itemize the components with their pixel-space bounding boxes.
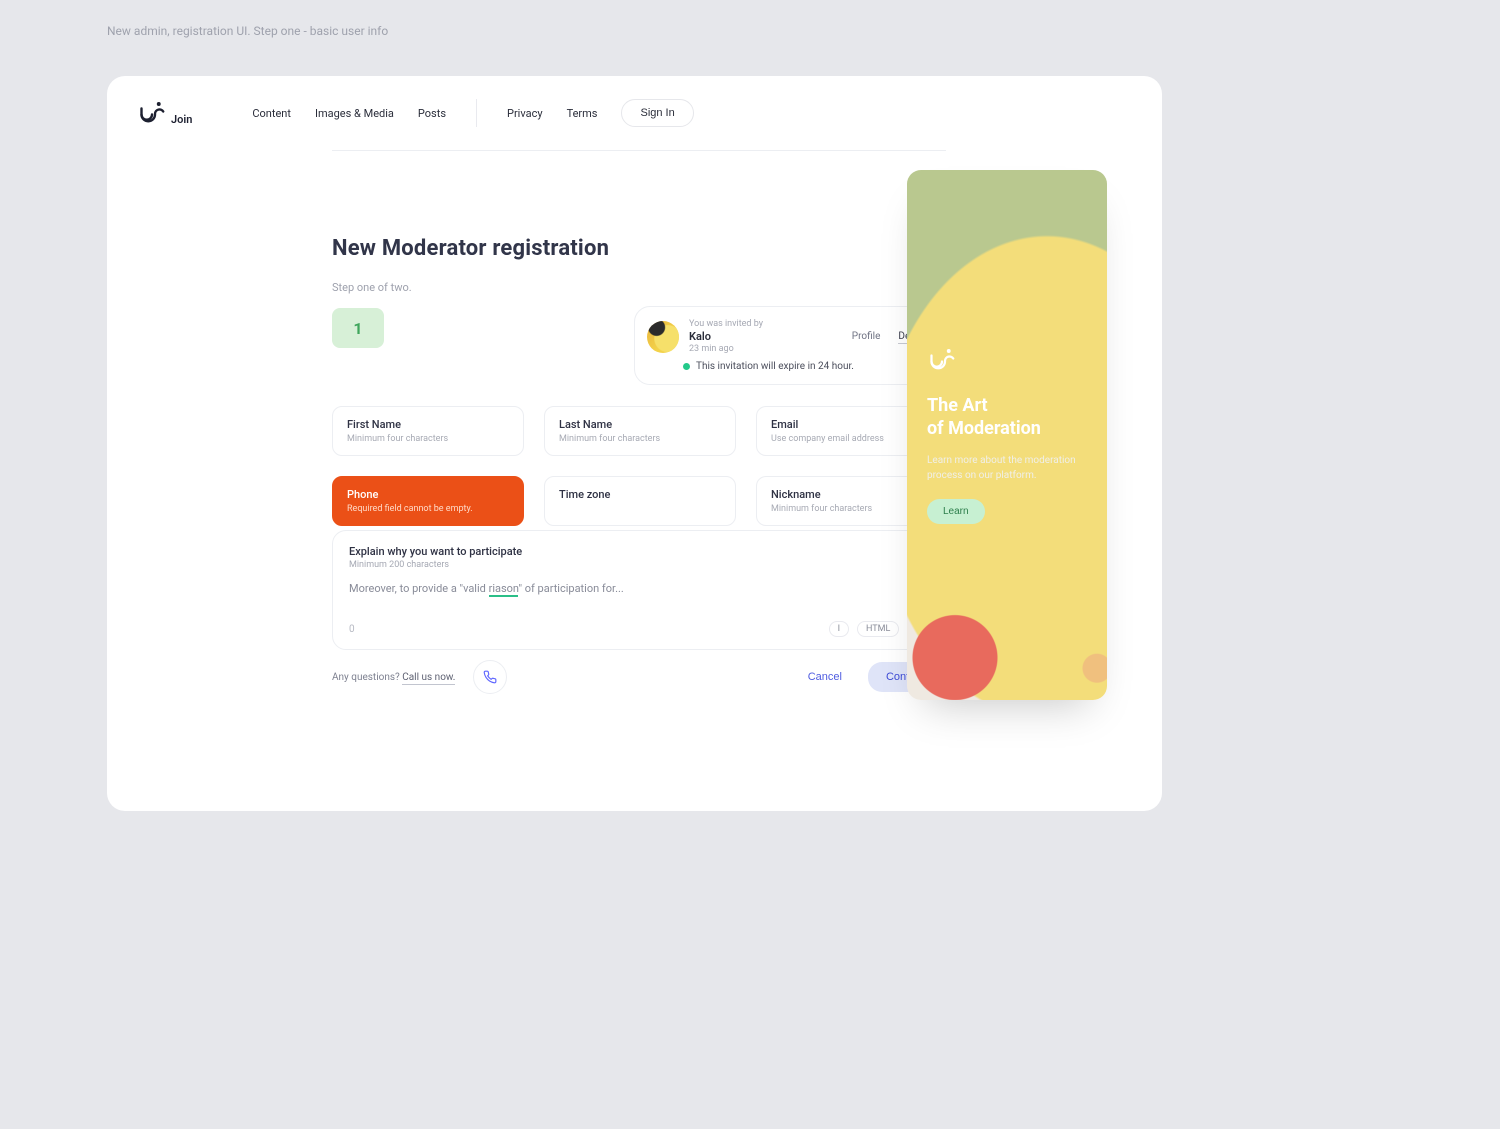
explain-label: Explain why you want to participate [349,545,931,558]
main-area: New Moderator registration Step one of t… [332,236,946,348]
phone-icon [483,670,497,684]
promo-card: The Art of Moderation Learn more about t… [907,170,1107,700]
nav-content[interactable]: Content [252,107,291,120]
nav-divider [476,99,477,127]
explain-hint: Minimum 200 characters [349,560,931,570]
promo-title: The Art of Moderation [927,395,1091,440]
inviter-avatar[interactable] [647,321,679,353]
questions-prefix: Any questions? [332,672,402,683]
phone-label: Phone [347,488,509,501]
phone-hint: Required field cannot be empty. [347,504,509,514]
invite-profile-link[interactable]: Profile [852,331,881,344]
nav-posts[interactable]: Posts [418,107,446,120]
explain-footer: 0 I HTML B [349,621,931,637]
promo-brand-icon [927,345,957,375]
promo-title-l1: The Art [927,395,988,416]
step-badge: 1 [332,308,384,348]
last-name-hint: Minimum four characters [559,434,721,444]
promo-desc: Learn more about the moderation process … [927,454,1091,483]
invite-meta: You was invited by Kalo 23 min ago [689,319,763,355]
timezone-label: Time zone [559,488,721,501]
promo-title-l2: of Moderation [927,418,1041,439]
cancel-button[interactable]: Cancel [794,663,856,691]
invite-top: You was invited by Kalo 23 min ago Profi… [647,319,929,355]
first-name-hint: Minimum four characters [347,434,509,444]
explain-content: Moreover, to provide a "valid riason" of… [349,582,931,595]
top-nav: Content Images & Media Posts Privacy Ter… [252,99,693,127]
invite-expire-text: This invitation will expire in 24 hour. [696,361,854,372]
last-name-label: Last Name [559,418,721,431]
header-rule [332,150,946,151]
inviter-name: Kalo [689,330,763,344]
explain-typo: riason [489,582,519,597]
brand-icon [137,98,167,128]
last-name-field[interactable]: Last Name Minimum four characters [544,406,736,456]
signin-button[interactable]: Sign In [621,99,693,127]
actions-row: Any questions? Call us now. Cancel Conti… [332,660,948,694]
step-label: Step one of two. [332,281,946,294]
char-count: 0 [349,624,355,635]
explain-text-after: " of participation for... [518,582,623,595]
format-italic-chip[interactable]: I [829,621,849,637]
promo-content: The Art of Moderation Learn more about t… [927,345,1091,524]
explain-textarea[interactable]: Explain why you want to participate Mini… [332,530,948,650]
questions-text: Any questions? Call us now. [332,672,455,683]
page-caption: New admin, registration UI. Step one - b… [107,24,388,38]
nav-privacy[interactable]: Privacy [507,107,543,120]
timezone-field[interactable]: Time zone [544,476,736,526]
invite-card: You was invited by Kalo 23 min ago Profi… [634,306,946,385]
nav-images-media[interactable]: Images & Media [315,107,394,120]
format-html-chip[interactable]: HTML [857,621,899,637]
page-title: New Moderator registration [332,236,946,261]
promo-learn-button[interactable]: Learn [927,499,985,524]
phone-field[interactable]: Phone Required field cannot be empty. [332,476,524,526]
first-name-label: First Name [347,418,509,431]
first-name-field[interactable]: First Name Minimum four characters [332,406,524,456]
app-header: Join Content Images & Media Posts Privac… [107,76,1162,128]
brand-label: Join [171,113,192,126]
explain-text-before: Moreover, to provide a "valid [349,582,489,595]
status-dot-icon [683,363,690,370]
invite-expire: This invitation will expire in 24 hour. [683,361,929,372]
phone-icon-button[interactable] [473,660,507,694]
invite-by: You was invited by [689,319,763,330]
call-us-link[interactable]: Call us now. [402,672,455,685]
fields-grid: First Name Minimum four characters Last … [332,406,948,526]
invite-timestamp: 23 min ago [689,344,763,355]
nav-terms[interactable]: Terms [567,107,598,120]
